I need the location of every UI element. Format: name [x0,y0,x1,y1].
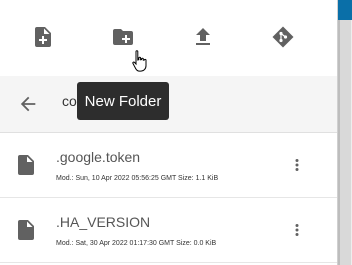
toolbar [0,0,337,76]
file-name: .google.token [56,149,141,165]
file-icon [18,155,34,175]
upload-button[interactable] [181,15,225,59]
more-vert-icon [295,159,299,171]
new-file-button[interactable] [21,15,65,59]
file-icon [18,220,34,240]
tooltip: New Folder [77,82,169,120]
more-vert-icon [295,224,299,236]
arrow-left-icon [20,96,36,112]
git-button[interactable] [261,15,305,59]
file-meta: Mod.: Sun, 10 Apr 2022 05:56:25 GMT Size… [56,175,219,182]
note-plus-icon [35,27,51,47]
git-icon [272,26,294,48]
file-list: .google.token Mod.: Sun, 10 Apr 2022 05:… [0,133,337,263]
file-meta: Mod.: Sat, 30 Apr 2022 01:17:30 GMT Size… [56,240,217,247]
background-page-edge [337,0,352,265]
file-browser-panel: co .google.token Mod.: Sun, 10 Apr 2022 … [0,0,338,265]
background-header-strip [337,0,352,20]
scrollbar[interactable] [337,20,351,265]
list-item[interactable]: .google.token Mod.: Sun, 10 Apr 2022 05:… [0,133,337,198]
back-button[interactable] [14,90,42,118]
current-path: co [62,93,77,109]
upload-icon [196,28,210,45]
list-item[interactable]: .HA_VERSION Mod.: Sat, 30 Apr 2022 01:17… [0,198,337,263]
more-options-button[interactable] [286,153,308,177]
file-name: .HA_VERSION [56,214,151,230]
more-options-button[interactable] [286,218,308,242]
hand-cursor-icon [132,50,147,72]
folder-plus-icon [113,29,133,45]
